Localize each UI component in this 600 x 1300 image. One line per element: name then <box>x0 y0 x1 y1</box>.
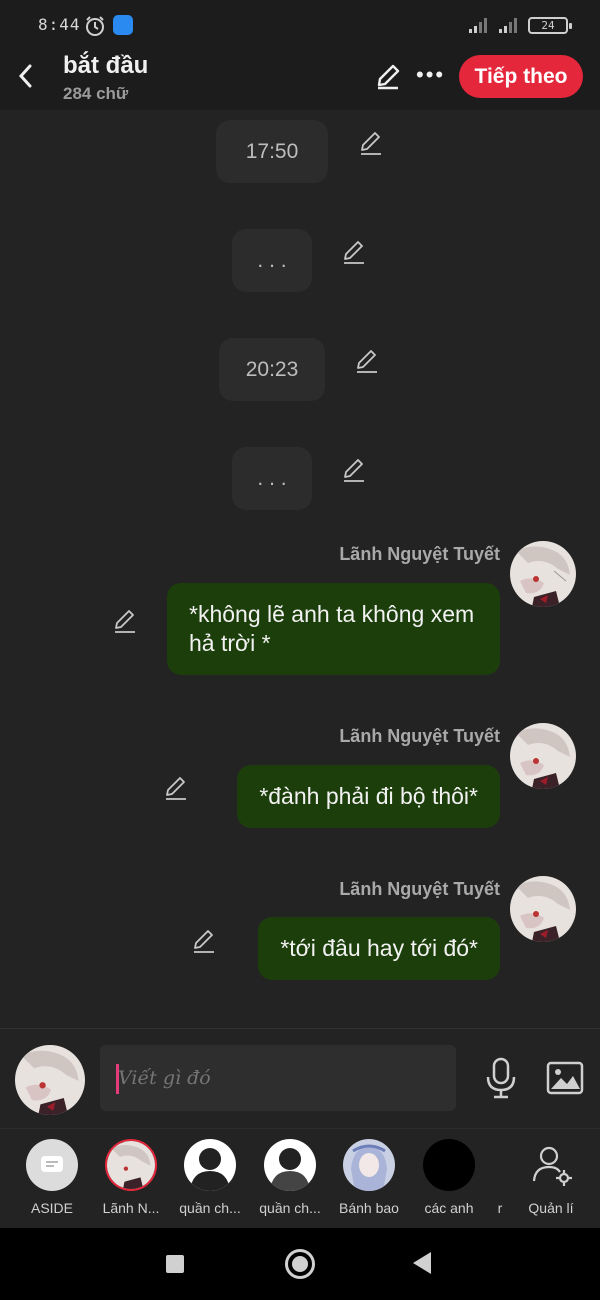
header: bắt đầu 284 chữ ••• Tiếp theo <box>0 52 600 110</box>
alarm-icon <box>86 16 104 36</box>
next-button[interactable]: Tiếp theo <box>459 55 583 98</box>
speaker-name: Lãnh Nguyệt Tuyết <box>339 726 500 746</box>
image-icon[interactable] <box>546 1061 584 1095</box>
edit-message-icon[interactable] <box>112 608 138 634</box>
word-count: 284 chữ <box>63 84 129 103</box>
avatar <box>343 1139 395 1191</box>
composer <box>0 1028 600 1128</box>
app-notification-icon <box>113 15 133 35</box>
edit-message-icon[interactable] <box>163 775 189 801</box>
character-message[interactable]: *đành phải đi bộ thôi* <box>237 765 500 828</box>
system-message[interactable]: 20:23 <box>219 338 325 401</box>
silhouette-avatar <box>184 1139 236 1191</box>
character-label: ASIDE <box>30 1200 73 1216</box>
chat-area[interactable]: 17:50 . . . 20:23 . . . Lãnh Nguyệt Tuyế… <box>0 110 600 1028</box>
mic-icon[interactable] <box>484 1057 518 1099</box>
character-quan-chung-2[interactable]: quần ch... <box>250 1139 330 1216</box>
page-title: bắt đầu <box>63 52 149 79</box>
system-message[interactable]: . . . <box>232 229 312 292</box>
text-cursor <box>116 1064 119 1094</box>
edit-message-icon[interactable] <box>358 130 384 156</box>
back-icon[interactable] <box>14 60 38 92</box>
battery-icon: 24 <box>528 17 572 34</box>
edit-message-icon[interactable] <box>341 239 367 265</box>
aside-icon <box>26 1139 78 1191</box>
manage-characters-icon <box>532 1146 572 1186</box>
signal-icon <box>469 18 487 33</box>
home-button[interactable] <box>285 1249 315 1279</box>
speaker-name: Lãnh Nguyệt Tuyết <box>339 544 500 564</box>
edit-icon[interactable] <box>374 62 402 90</box>
edit-message-icon[interactable] <box>341 457 367 483</box>
speaker-name: Lãnh Nguyệt Tuyết <box>339 879 500 899</box>
system-nav-bar <box>0 1228 600 1300</box>
character-label: quần ch... <box>259 1200 321 1216</box>
character-quan-chung-1[interactable]: quần ch... <box>170 1139 250 1216</box>
avatar <box>105 1139 157 1191</box>
system-back-button[interactable] <box>413 1252 431 1274</box>
system-message[interactable]: 17:50 <box>216 120 328 183</box>
character-label: Quản lí <box>528 1200 574 1216</box>
character-lanh[interactable]: Lãnh N... <box>91 1139 171 1216</box>
manage-characters-button[interactable]: Quản lí <box>511 1139 591 1216</box>
character-message[interactable]: *không lẽ anh ta không xem hả trời * <box>167 583 500 675</box>
status-time: 8:44 <box>38 15 81 34</box>
edit-message-icon[interactable] <box>354 348 380 374</box>
silhouette-avatar <box>264 1139 316 1191</box>
avatar[interactable] <box>15 1045 85 1115</box>
system-message[interactable]: . . . <box>232 447 312 510</box>
character-label: Lãnh N... <box>102 1200 160 1216</box>
character-message[interactable]: *tới đâu hay tới đó* <box>258 917 500 980</box>
character-aside[interactable]: ASIDE <box>12 1139 92 1216</box>
recent-apps-button[interactable] <box>166 1255 184 1273</box>
edit-message-icon[interactable] <box>191 928 217 954</box>
more-icon[interactable]: ••• <box>416 64 445 86</box>
message-input[interactable] <box>100 1045 456 1111</box>
character-bar: ASIDE Lãnh N... quần ch... quần ch... Bá… <box>0 1128 600 1228</box>
signal-icon <box>499 18 517 33</box>
character-label: Bánh bao <box>339 1200 399 1216</box>
status-bar: 8:44 24 <box>0 0 600 52</box>
character-label: quần ch... <box>179 1200 241 1216</box>
avatar[interactable] <box>510 541 576 607</box>
avatar[interactable] <box>510 876 576 942</box>
avatar[interactable] <box>510 723 576 789</box>
character-banh-bao[interactable]: Bánh bao <box>329 1139 409 1216</box>
